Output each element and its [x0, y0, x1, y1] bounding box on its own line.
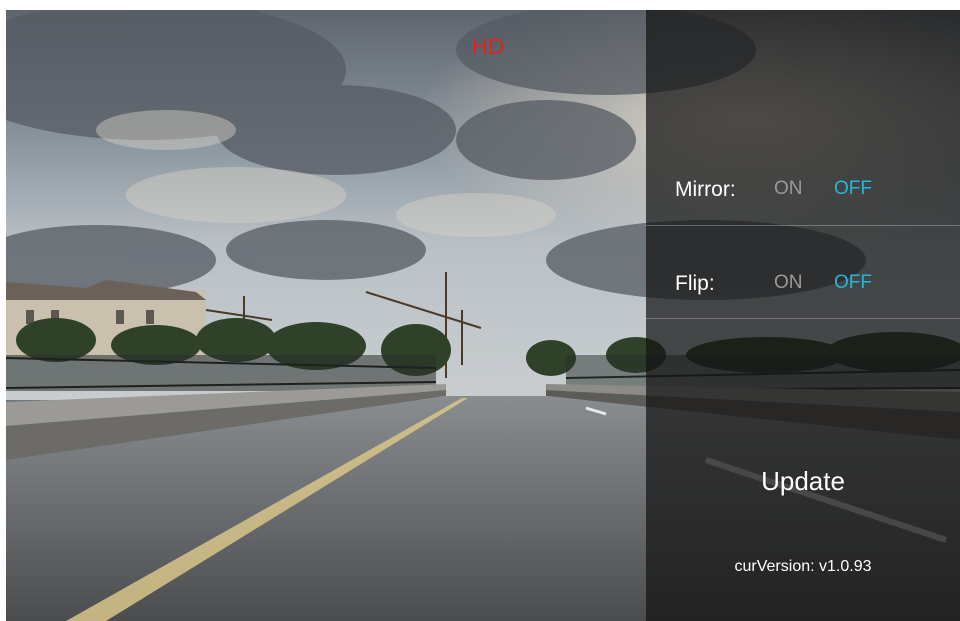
camera-preview: HD Mirror: ON OFF Flip: ON OFF Update cu…: [6, 10, 960, 621]
mirror-off-option[interactable]: OFF: [834, 178, 872, 200]
flip-label: Flip:: [675, 272, 715, 295]
flip-off-option[interactable]: OFF: [834, 272, 872, 294]
settings-panel: Mirror: ON OFF Flip: ON OFF Update curVe…: [646, 10, 960, 621]
flip-setting-row: Flip: ON OFF: [646, 264, 960, 304]
mirror-setting-row: Mirror: ON OFF: [646, 170, 960, 210]
mirror-on-option[interactable]: ON: [774, 178, 803, 200]
update-button[interactable]: Update: [646, 466, 960, 497]
divider: [646, 318, 960, 319]
mirror-label: Mirror:: [675, 178, 736, 201]
divider: [646, 225, 960, 226]
hd-badge: HD: [472, 34, 505, 59]
flip-on-option[interactable]: ON: [774, 272, 803, 294]
version-text: curVersion: v1.0.93: [734, 558, 872, 575]
